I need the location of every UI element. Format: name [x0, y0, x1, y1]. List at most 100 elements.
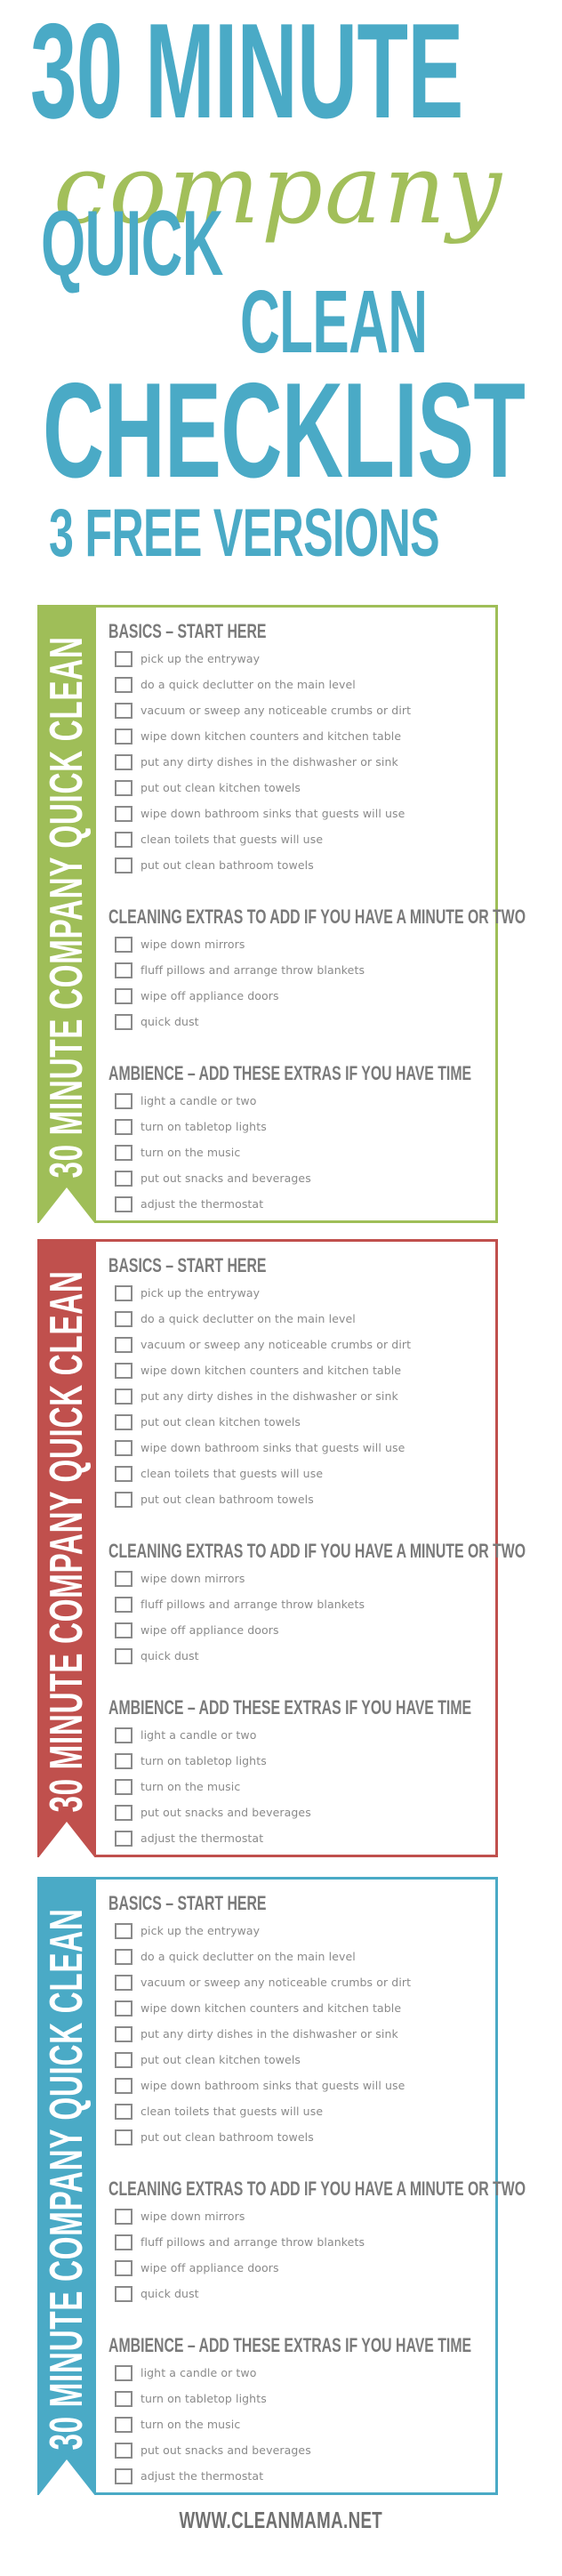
- checklist-item[interactable]: pick up the entryway: [108, 646, 489, 672]
- footer-url[interactable]: WWW.CLEANMAMA.NET: [180, 2507, 383, 2533]
- checklist-item[interactable]: put out snacks and beverages: [108, 1165, 489, 1191]
- checklist-item[interactable]: adjust the thermostat: [108, 1825, 489, 1851]
- checklist-item[interactable]: put out clean kitchen towels: [108, 775, 489, 801]
- checklist-item[interactable]: put any dirty dishes in the dishwasher o…: [108, 2021, 489, 2047]
- checklist-item[interactable]: wipe down kitchen counters and kitchen t…: [108, 1357, 489, 1383]
- checklist-item[interactable]: put any dirty dishes in the dishwasher o…: [108, 1383, 489, 1409]
- checkbox[interactable]: [115, 2208, 132, 2225]
- checkbox[interactable]: [115, 936, 132, 953]
- checklist-item[interactable]: vacuum or sweep any noticeable crumbs or…: [108, 697, 489, 723]
- checkbox[interactable]: [115, 1491, 132, 1508]
- checklist-item[interactable]: fluff pillows and arrange throw blankets: [108, 957, 489, 983]
- checkbox[interactable]: [115, 779, 132, 796]
- checkbox[interactable]: [115, 2442, 132, 2459]
- checkbox[interactable]: [115, 2000, 132, 2017]
- checklist-item[interactable]: turn on tabletop lights: [108, 2386, 489, 2411]
- checklist-item[interactable]: put out clean kitchen towels: [108, 1409, 489, 1435]
- checklist-item[interactable]: do a quick declutter on the main level: [108, 672, 489, 697]
- checkbox[interactable]: [115, 2129, 132, 2145]
- checklist-item[interactable]: do a quick declutter on the main level: [108, 1944, 489, 1969]
- checkbox[interactable]: [115, 2259, 132, 2276]
- checklist-item[interactable]: wipe down mirrors: [108, 931, 489, 957]
- checkbox[interactable]: [115, 2285, 132, 2302]
- checklist-item[interactable]: clean toilets that guests will use: [108, 2098, 489, 2124]
- checkbox[interactable]: [115, 1144, 132, 1161]
- checklist-item[interactable]: vacuum or sweep any noticeable crumbs or…: [108, 1332, 489, 1357]
- checklist-item[interactable]: wipe down mirrors: [108, 2203, 489, 2229]
- checkbox[interactable]: [115, 2051, 132, 2068]
- checkbox[interactable]: [115, 987, 132, 1004]
- checkbox[interactable]: [115, 2103, 132, 2120]
- checklist-item[interactable]: light a candle or two: [108, 1722, 489, 1748]
- checklist-item[interactable]: wipe down bathroom sinks that guests wil…: [108, 801, 489, 826]
- checkbox[interactable]: [115, 1974, 132, 1991]
- checklist-item[interactable]: turn on tabletop lights: [108, 1114, 489, 1139]
- checkbox[interactable]: [115, 1388, 132, 1405]
- checkbox[interactable]: [115, 1310, 132, 1327]
- checklist-item[interactable]: adjust the thermostat: [108, 2463, 489, 2489]
- checklist-item[interactable]: wipe off appliance doors: [108, 2255, 489, 2281]
- checklist-item[interactable]: turn on the music: [108, 1774, 489, 1799]
- checklist-item[interactable]: light a candle or two: [108, 1088, 489, 1114]
- checklist-item[interactable]: put any dirty dishes in the dishwasher o…: [108, 749, 489, 775]
- checkbox[interactable]: [115, 1170, 132, 1187]
- checklist-item[interactable]: wipe down mirrors: [108, 1566, 489, 1591]
- checkbox[interactable]: [115, 2364, 132, 2381]
- checkbox[interactable]: [115, 1118, 132, 1135]
- checkbox[interactable]: [115, 1465, 132, 1482]
- checkbox[interactable]: [115, 831, 132, 848]
- checkbox[interactable]: [115, 1647, 132, 1664]
- checklist-item[interactable]: quick dust: [108, 1009, 489, 1034]
- checkbox[interactable]: [115, 1830, 132, 1847]
- checklist-item[interactable]: quick dust: [108, 1643, 489, 1669]
- checklist-item[interactable]: wipe down kitchen counters and kitchen t…: [108, 723, 489, 749]
- checklist-item[interactable]: turn on tabletop lights: [108, 1748, 489, 1774]
- checklist-item[interactable]: do a quick declutter on the main level: [108, 1306, 489, 1332]
- checkbox[interactable]: [115, 805, 132, 822]
- checklist-item[interactable]: turn on the music: [108, 1139, 489, 1165]
- checklist-item[interactable]: put out snacks and beverages: [108, 2437, 489, 2463]
- checkbox[interactable]: [115, 2416, 132, 2433]
- checkbox[interactable]: [115, 1948, 132, 1965]
- checkbox[interactable]: [115, 650, 132, 667]
- checkbox[interactable]: [115, 1804, 132, 1821]
- checkbox[interactable]: [115, 753, 132, 770]
- checklist-item[interactable]: fluff pillows and arrange throw blankets: [108, 2229, 489, 2255]
- checkbox[interactable]: [115, 702, 132, 719]
- checklist-item[interactable]: wipe down kitchen counters and kitchen t…: [108, 1995, 489, 2021]
- checklist-item[interactable]: clean toilets that guests will use: [108, 826, 489, 852]
- checklist-item[interactable]: light a candle or two: [108, 2360, 489, 2386]
- checklist-item[interactable]: pick up the entryway: [108, 1280, 489, 1306]
- checkbox[interactable]: [115, 857, 132, 873]
- checklist-item[interactable]: put out snacks and beverages: [108, 1799, 489, 1825]
- checkbox[interactable]: [115, 1413, 132, 1430]
- checklist-item[interactable]: vacuum or sweep any noticeable crumbs or…: [108, 1969, 489, 1995]
- checklist-item[interactable]: clean toilets that guests will use: [108, 1461, 489, 1486]
- checklist-item[interactable]: wipe off appliance doors: [108, 983, 489, 1009]
- checkbox[interactable]: [115, 1092, 132, 1109]
- checkbox[interactable]: [115, 1752, 132, 1769]
- checklist-item[interactable]: wipe off appliance doors: [108, 1617, 489, 1643]
- checkbox[interactable]: [115, 1284, 132, 1301]
- checkbox[interactable]: [115, 2467, 132, 2484]
- checkbox[interactable]: [115, 962, 132, 978]
- checkbox[interactable]: [115, 1336, 132, 1353]
- checklist-item[interactable]: put out clean kitchen towels: [108, 2047, 489, 2073]
- checkbox[interactable]: [115, 1013, 132, 1030]
- checkbox[interactable]: [115, 1596, 132, 1613]
- checkbox[interactable]: [115, 728, 132, 745]
- checklist-item[interactable]: adjust the thermostat: [108, 1191, 489, 1217]
- checkbox[interactable]: [115, 1727, 132, 1743]
- checklist-item[interactable]: put out clean bathroom towels: [108, 2124, 489, 2150]
- checkbox[interactable]: [115, 676, 132, 693]
- checkbox[interactable]: [115, 1778, 132, 1795]
- checklist-item[interactable]: turn on the music: [108, 2411, 489, 2437]
- checklist-item[interactable]: pick up the entryway: [108, 1918, 489, 1944]
- checkbox[interactable]: [115, 1195, 132, 1212]
- checkbox[interactable]: [115, 2234, 132, 2250]
- checklist-item[interactable]: wipe down bathroom sinks that guests wil…: [108, 2073, 489, 2098]
- checkbox[interactable]: [115, 2390, 132, 2407]
- checkbox[interactable]: [115, 1570, 132, 1587]
- checkbox[interactable]: [115, 2025, 132, 2042]
- checkbox[interactable]: [115, 1922, 132, 1939]
